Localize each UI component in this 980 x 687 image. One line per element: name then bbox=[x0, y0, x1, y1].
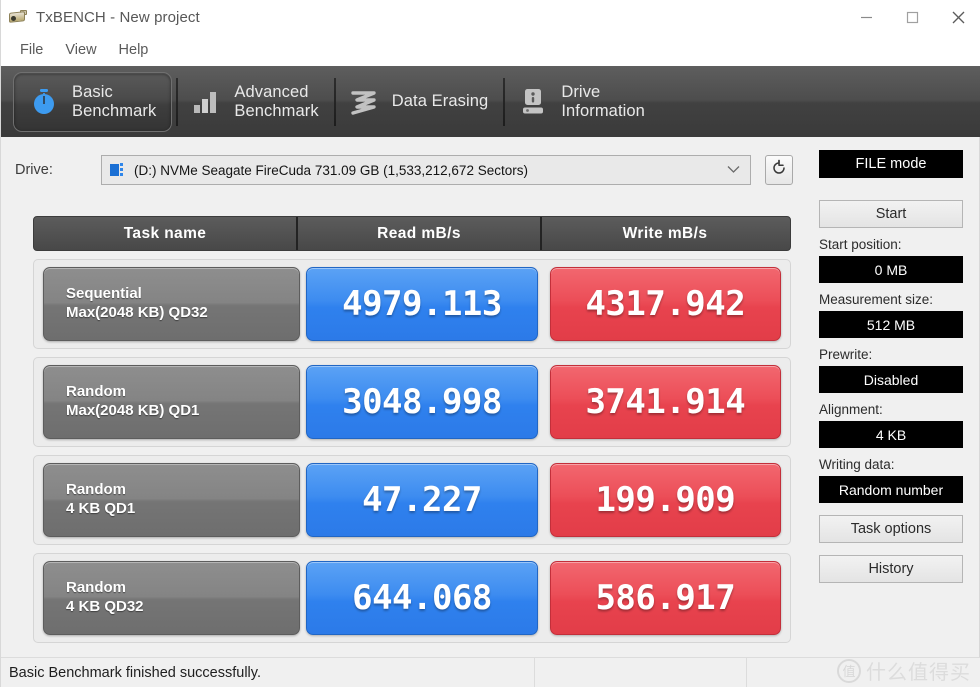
drive-selected-value: (D:) NVMe Seagate FireCuda 731.09 GB (1,… bbox=[134, 163, 528, 178]
write-value-chip: 199.909 bbox=[550, 463, 781, 537]
start-position-field[interactable]: 0 MB bbox=[819, 256, 963, 283]
benchmark-table-header: Task name Read mB/s Write mB/s bbox=[33, 216, 791, 251]
window-controls bbox=[843, 0, 980, 34]
table-row: Random Max(2048 KB) QD1 3048.998 3741.91… bbox=[33, 357, 791, 447]
history-button[interactable]: History bbox=[819, 555, 963, 583]
settings-sidebar: FILE mode Start Start position: 0 MB Mea… bbox=[819, 150, 971, 583]
tab-data-erasing[interactable]: Data Erasing bbox=[334, 72, 504, 132]
tab-label-data-erasing: Data Erasing bbox=[392, 92, 489, 110]
status-segment-2 bbox=[534, 658, 746, 687]
close-button[interactable] bbox=[935, 0, 980, 34]
status-segment-3 bbox=[746, 658, 980, 687]
minimize-button[interactable] bbox=[843, 0, 889, 34]
task-name-line1: Random bbox=[66, 579, 299, 598]
measurement-size-label: Measurement size: bbox=[819, 292, 971, 307]
menu-item-help[interactable]: Help bbox=[108, 38, 160, 62]
table-row: Random 4 KB QD32 644.068 586.917 bbox=[33, 553, 791, 643]
tab-label-drive-information: Drive Information bbox=[561, 83, 645, 120]
drive-select[interactable]: (D:) NVMe Seagate FireCuda 731.09 GB (1,… bbox=[101, 155, 751, 185]
read-value-chip: 47.227 bbox=[306, 463, 537, 537]
task-options-button[interactable]: Task options bbox=[819, 515, 963, 543]
measurement-size-field[interactable]: 512 MB bbox=[819, 311, 963, 338]
alignment-label: Alignment: bbox=[819, 402, 971, 417]
benchmark-table: Task name Read mB/s Write mB/s Sequentia… bbox=[33, 216, 791, 643]
drive-label: Drive: bbox=[1, 162, 101, 178]
start-button[interactable]: Start bbox=[819, 200, 963, 228]
task-name-cell[interactable]: Random Max(2048 KB) QD1 bbox=[43, 365, 300, 439]
read-value-chip: 644.068 bbox=[306, 561, 537, 635]
task-name-line2: Max(2048 KB) QD1 bbox=[66, 402, 299, 421]
drive-icon bbox=[110, 163, 128, 178]
menu-item-file[interactable]: File bbox=[9, 38, 54, 62]
task-name-cell[interactable]: Random 4 KB QD32 bbox=[43, 561, 300, 635]
alignment-field[interactable]: 4 KB bbox=[819, 421, 963, 448]
window-title: TxBENCH - New project bbox=[36, 9, 200, 26]
refresh-drives-button[interactable] bbox=[765, 155, 793, 185]
refresh-icon bbox=[770, 159, 788, 182]
task-name-line2: 4 KB QD32 bbox=[66, 598, 299, 617]
task-name-cell[interactable]: Random 4 KB QD1 bbox=[43, 463, 300, 537]
write-value-chip: 586.917 bbox=[550, 561, 781, 635]
start-position-label: Start position: bbox=[819, 237, 971, 252]
menu-item-view[interactable]: View bbox=[54, 38, 107, 62]
table-row: Sequential Max(2048 KB) QD32 4979.113 43… bbox=[33, 259, 791, 349]
task-name-line2: Max(2048 KB) QD32 bbox=[66, 304, 299, 323]
write-value-chip: 4317.942 bbox=[550, 267, 781, 341]
chevron-down-icon bbox=[727, 161, 740, 179]
menu-bar: File View Help bbox=[1, 34, 980, 66]
tab-strip: Basic Benchmark Advanced Benchmark Data … bbox=[1, 66, 980, 137]
read-value-chip: 4979.113 bbox=[306, 267, 537, 341]
prewrite-label: Prewrite: bbox=[819, 347, 971, 362]
title-bar: TxBENCH - New project bbox=[1, 0, 980, 34]
stopwatch-icon bbox=[27, 85, 61, 119]
tab-label-advanced-benchmark: Advanced Benchmark bbox=[234, 83, 318, 120]
tab-label-basic-benchmark: Basic Benchmark bbox=[72, 83, 156, 120]
shredder-icon bbox=[347, 85, 381, 119]
task-name-line2: 4 KB QD1 bbox=[66, 500, 299, 519]
column-header-task-name: Task name bbox=[34, 217, 296, 250]
file-mode-button[interactable]: FILE mode bbox=[819, 150, 963, 178]
tab-drive-information[interactable]: Drive Information bbox=[503, 72, 660, 132]
writing-data-label: Writing data: bbox=[819, 457, 971, 472]
task-name-line1: Random bbox=[66, 383, 299, 402]
table-row: Random 4 KB QD1 47.227 199.909 bbox=[33, 455, 791, 545]
task-name-line1: Random bbox=[66, 481, 299, 500]
txbench-app-icon bbox=[8, 7, 28, 27]
task-name-line1: Sequential bbox=[66, 285, 299, 304]
txbench-window: TxBENCH - New project File View Help bbox=[0, 0, 980, 687]
drive-info-icon bbox=[516, 85, 550, 119]
write-value-chip: 3741.914 bbox=[550, 365, 781, 439]
drive-selector-row: Drive: (D:) NVMe Seagate FireCuda 731.09… bbox=[1, 150, 811, 190]
read-value-chip: 3048.998 bbox=[306, 365, 537, 439]
tab-advanced-benchmark[interactable]: Advanced Benchmark bbox=[176, 72, 333, 132]
status-bar: Basic Benchmark finished successfully. bbox=[1, 657, 980, 687]
column-header-write: Write mB/s bbox=[540, 217, 788, 250]
task-name-cell[interactable]: Sequential Max(2048 KB) QD32 bbox=[43, 267, 300, 341]
tab-basic-benchmark[interactable]: Basic Benchmark bbox=[13, 72, 172, 132]
writing-data-field[interactable]: Random number bbox=[819, 476, 963, 503]
prewrite-field[interactable]: Disabled bbox=[819, 366, 963, 393]
status-message: Basic Benchmark finished successfully. bbox=[1, 658, 534, 687]
column-header-read: Read mB/s bbox=[296, 217, 540, 250]
bar-chart-icon bbox=[189, 85, 223, 119]
maximize-button[interactable] bbox=[889, 0, 935, 34]
